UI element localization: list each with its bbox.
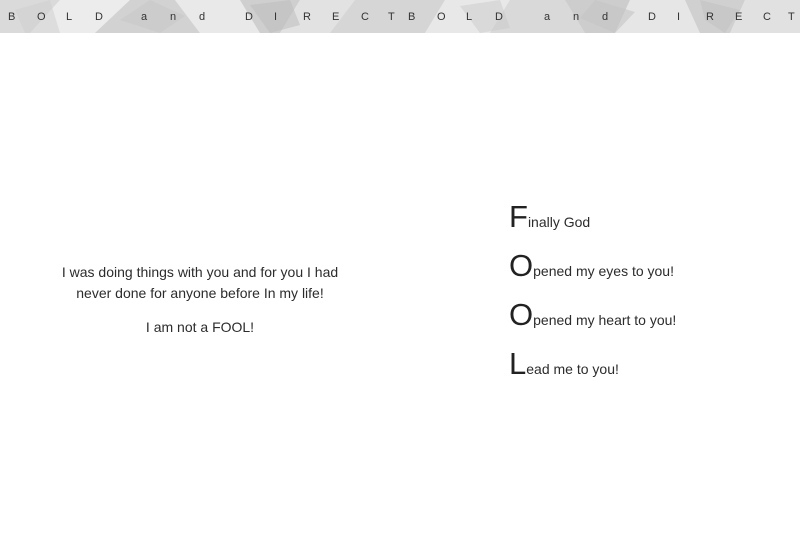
header-letter: d [602,11,609,23]
header-letter: L [66,11,73,23]
header-letter: D [245,11,253,23]
header-letter: a [141,11,148,23]
header-letter: B [408,11,416,23]
header-letter: I [677,11,681,23]
acrostic-line-f: Finally God [509,200,590,240]
acrostic-text: inally God [527,214,591,230]
header-letter: E [735,11,743,23]
header-letter: O [37,11,46,23]
acrostic-initial: O [509,297,534,332]
header-letter: C [763,11,771,23]
header-letter: a [544,11,551,23]
header-letter: R [706,11,714,23]
header-letter: R [303,11,311,23]
header-letter: I [274,11,278,23]
header-text-left: B O L D a n d D I R E C T [0,8,400,26]
header-band-left: B O L D a n d D I R E C T [0,0,400,33]
acrostic-line-l: Lead me to you! [509,347,619,387]
header-letter: E [332,11,340,23]
acrostic-initial: O [509,248,534,283]
acrostic-text: ead me to you! [526,361,619,377]
acrostic-line-o2: Opened my heart to you! [509,298,676,338]
header-letter: O [437,11,446,23]
book-spread: B O L D a n d D I R E C T I was doing th… [0,0,800,560]
header-letter: d [199,11,206,23]
header-letter: n [573,11,580,23]
acrostic-text: pened my eyes to you! [533,263,674,279]
acrostic-text: pened my heart to you! [533,312,677,328]
paragraph-line: I was doing things with you and for you … [61,264,339,280]
header-letter: C [361,11,369,23]
header-letter: D [648,11,656,23]
header-text-right: B O L D a n d D I R E C T [400,8,800,26]
acrostic-line-o1: Opened my eyes to you! [509,249,674,289]
header-letter: T [788,11,795,23]
acrostic-initial: L [509,346,527,381]
header-letter: D [495,11,503,23]
header-letter: B [8,11,16,23]
header-letter: T [388,11,395,23]
left-page-text: I was doing things with you and for you … [40,262,360,338]
header-band-right: B O L D a n d D I R E C T [400,0,800,33]
header-letter: n [170,11,177,23]
paragraph-line: never done for anyone before In my life! [76,285,324,301]
header-letter: L [466,11,473,23]
left-page: B O L D a n d D I R E C T I was doing th… [0,0,400,560]
header-letter: D [95,11,103,23]
closing-line: I am not a FOOL! [145,319,255,335]
acrostic-initial: F [509,199,528,234]
